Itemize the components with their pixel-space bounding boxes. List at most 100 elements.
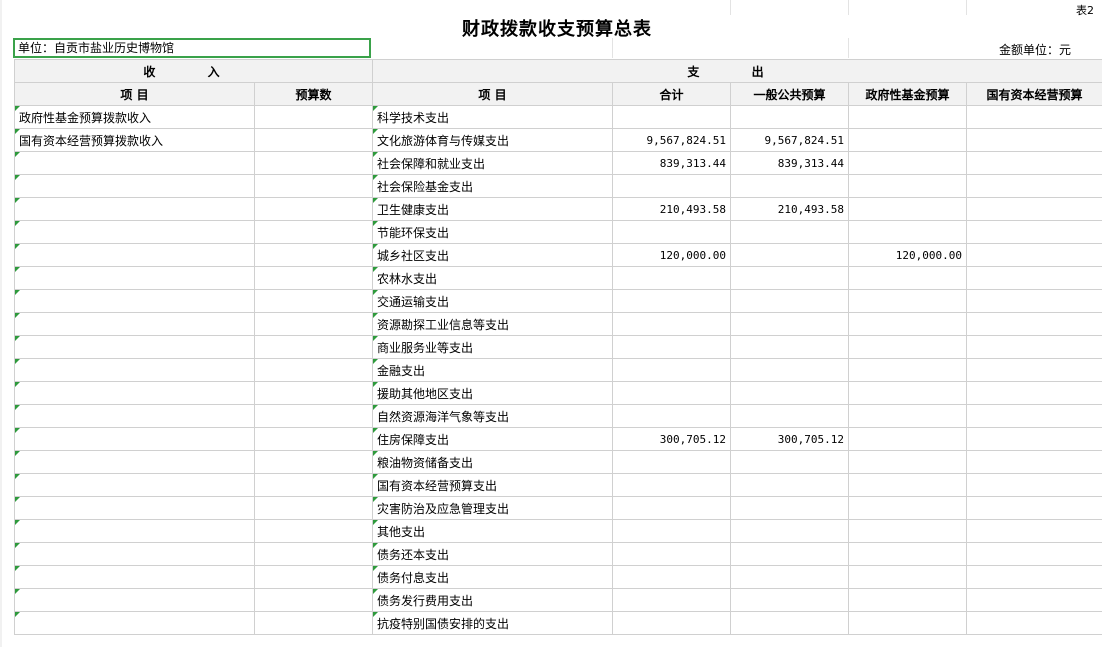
- expense-item-cell[interactable]: 债务还本支出: [372, 542, 613, 566]
- gov-fund-cell[interactable]: [848, 450, 967, 474]
- state-capital-cell[interactable]: [965, 243, 1102, 267]
- general-public-cell[interactable]: [730, 174, 849, 198]
- general-public-cell[interactable]: [730, 404, 849, 428]
- general-public-cell[interactable]: [730, 588, 849, 612]
- state-capital-cell[interactable]: [965, 381, 1102, 405]
- expense-item-cell[interactable]: 资源勘探工业信息等支出: [372, 312, 613, 336]
- income-budget-cell[interactable]: [254, 335, 373, 359]
- gov-fund-cell[interactable]: [848, 473, 967, 497]
- general-public-cell[interactable]: [730, 611, 849, 635]
- gov-fund-cell[interactable]: 120,000.00: [848, 243, 967, 267]
- expense-item-cell[interactable]: 粮油物资储备支出: [372, 450, 613, 474]
- general-public-cell[interactable]: [730, 105, 849, 129]
- income-item-cell[interactable]: [14, 496, 255, 520]
- state-capital-cell[interactable]: [965, 565, 1102, 589]
- total-cell[interactable]: 9,567,824.51: [612, 128, 731, 152]
- general-public-cell[interactable]: [730, 450, 849, 474]
- expense-item-cell[interactable]: 城乡社区支出: [372, 243, 613, 267]
- income-item-cell[interactable]: [14, 427, 255, 451]
- total-cell[interactable]: [612, 565, 731, 589]
- gov-fund-cell[interactable]: [848, 588, 967, 612]
- income-item-cell[interactable]: [14, 197, 255, 221]
- income-item-cell[interactable]: [14, 519, 255, 543]
- income-budget-cell[interactable]: [254, 496, 373, 520]
- income-budget-cell[interactable]: [254, 450, 373, 474]
- gov-fund-cell[interactable]: [848, 312, 967, 336]
- state-capital-cell[interactable]: [965, 611, 1102, 635]
- total-cell[interactable]: [612, 289, 731, 313]
- expense-item-cell[interactable]: 灾害防治及应急管理支出: [372, 496, 613, 520]
- state-capital-cell[interactable]: [965, 404, 1102, 428]
- income-item-cell[interactable]: [14, 151, 255, 175]
- state-capital-cell[interactable]: [965, 473, 1102, 497]
- state-capital-cell[interactable]: [965, 450, 1102, 474]
- state-capital-cell[interactable]: [965, 197, 1102, 221]
- expense-item-cell[interactable]: 援助其他地区支出: [372, 381, 613, 405]
- total-cell[interactable]: [612, 312, 731, 336]
- total-cell[interactable]: [612, 335, 731, 359]
- income-item-cell[interactable]: [14, 542, 255, 566]
- gov-fund-cell[interactable]: [848, 128, 967, 152]
- income-budget-cell[interactable]: [254, 151, 373, 175]
- total-cell[interactable]: [612, 381, 731, 405]
- income-budget-cell[interactable]: [254, 243, 373, 267]
- general-public-cell[interactable]: [730, 266, 849, 290]
- income-item-cell[interactable]: [14, 174, 255, 198]
- expense-item-cell[interactable]: 文化旅游体育与传媒支出: [372, 128, 613, 152]
- income-item-cell[interactable]: [14, 243, 255, 267]
- gov-fund-cell[interactable]: [848, 519, 967, 543]
- state-capital-cell[interactable]: [965, 128, 1102, 152]
- total-cell[interactable]: [612, 611, 731, 635]
- state-capital-cell[interactable]: [965, 542, 1102, 566]
- income-budget-cell[interactable]: [254, 565, 373, 589]
- state-capital-cell[interactable]: [965, 220, 1102, 244]
- general-public-cell[interactable]: [730, 565, 849, 589]
- state-capital-cell[interactable]: [965, 335, 1102, 359]
- gov-fund-cell[interactable]: [848, 266, 967, 290]
- income-item-cell[interactable]: [14, 381, 255, 405]
- state-capital-cell[interactable]: [965, 105, 1102, 129]
- income-budget-cell[interactable]: [254, 312, 373, 336]
- total-cell[interactable]: [612, 450, 731, 474]
- state-capital-cell[interactable]: [965, 519, 1102, 543]
- total-cell[interactable]: [612, 220, 731, 244]
- expense-item-cell[interactable]: 科学技术支出: [372, 105, 613, 129]
- state-capital-cell[interactable]: [965, 289, 1102, 313]
- general-public-cell[interactable]: [730, 381, 849, 405]
- gov-fund-cell[interactable]: [848, 427, 967, 451]
- income-item-cell[interactable]: [14, 289, 255, 313]
- income-item-cell[interactable]: [14, 450, 255, 474]
- general-public-cell[interactable]: [730, 289, 849, 313]
- income-budget-cell[interactable]: [254, 358, 373, 382]
- total-cell[interactable]: [612, 588, 731, 612]
- income-item-cell[interactable]: 国有资本经营预算拨款收入: [14, 128, 255, 152]
- general-public-cell[interactable]: 9,567,824.51: [730, 128, 849, 152]
- income-budget-cell[interactable]: [254, 128, 373, 152]
- state-capital-cell[interactable]: [965, 174, 1102, 198]
- gov-fund-cell[interactable]: [848, 335, 967, 359]
- expense-item-cell[interactable]: 卫生健康支出: [372, 197, 613, 221]
- state-capital-cell[interactable]: [965, 151, 1102, 175]
- income-budget-cell[interactable]: [254, 542, 373, 566]
- general-public-cell[interactable]: 300,705.12: [730, 427, 849, 451]
- expense-item-cell[interactable]: 金融支出: [372, 358, 613, 382]
- expense-item-cell[interactable]: 社会保险基金支出: [372, 174, 613, 198]
- expense-item-cell[interactable]: 交通运输支出: [372, 289, 613, 313]
- income-item-cell[interactable]: [14, 473, 255, 497]
- general-public-cell[interactable]: [730, 496, 849, 520]
- income-item-cell[interactable]: [14, 404, 255, 428]
- total-cell[interactable]: [612, 404, 731, 428]
- expense-item-cell[interactable]: 债务发行费用支出: [372, 588, 613, 612]
- total-cell[interactable]: [612, 519, 731, 543]
- gov-fund-cell[interactable]: [848, 151, 967, 175]
- income-budget-cell[interactable]: [254, 266, 373, 290]
- general-public-cell[interactable]: [730, 220, 849, 244]
- gov-fund-cell[interactable]: [848, 105, 967, 129]
- income-item-cell[interactable]: [14, 335, 255, 359]
- state-capital-cell[interactable]: [965, 266, 1102, 290]
- expense-item-cell[interactable]: 住房保障支出: [372, 427, 613, 451]
- general-public-cell[interactable]: [730, 358, 849, 382]
- expense-item-cell[interactable]: 其他支出: [372, 519, 613, 543]
- total-cell[interactable]: [612, 496, 731, 520]
- expense-item-cell[interactable]: 自然资源海洋气象等支出: [372, 404, 613, 428]
